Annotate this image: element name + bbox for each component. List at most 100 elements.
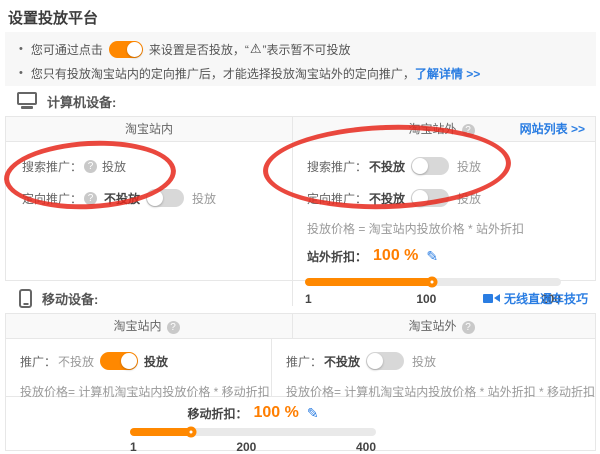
mobile-discount-label: 移动折扣： <box>187 405 247 422</box>
notice-line-1: • 您可通过点击 来设置是否投放，“ ⚠ ”表示暂不可投放 <box>17 37 586 61</box>
search-off-label: 不投放 <box>369 158 405 175</box>
search-promo-label: 搜索推广： <box>22 158 82 175</box>
offsite-discount-label: 站外折扣： <box>307 248 367 265</box>
offsite-discount-row: 站外折扣： 100 % ✎ <box>307 247 595 265</box>
computer-onsite-target-toggle[interactable] <box>146 189 184 207</box>
toggle-example-switch[interactable] <box>109 41 143 58</box>
mobile-table-header: 淘宝站内 淘宝站外 <box>6 314 595 339</box>
notice-text: 您只有投放淘宝站内的定向推广后，才能选择投放淘宝站外的定向推广， <box>31 65 415 82</box>
search-promo-state: 投放 <box>102 158 126 175</box>
bullet-icon: • <box>19 67 23 79</box>
mobile-discount-row: 移动折扣： 100 % ✎ <box>130 404 376 422</box>
promo-off-label: 不投放 <box>324 353 360 370</box>
slider-knob[interactable] <box>427 277 438 288</box>
mobile-offsite-promo-toggle[interactable] <box>366 352 404 370</box>
edit-pencil-icon[interactable]: ✎ <box>426 248 438 265</box>
slider-max-label: 400 <box>356 440 376 454</box>
computer-offsite-target-row: 定向推广： 不投放 投放 <box>307 188 595 208</box>
mobile-offsite-formula: 投放价格= 计算机淘宝站内投放价格 * 站外折扣 * 移动折扣 <box>286 383 595 400</box>
toggle-knob <box>412 158 428 174</box>
mobile-discount-section: 移动折扣： 100 % ✎ 1 200 400 <box>6 396 595 450</box>
notice-text: ”表示暂不可投放 <box>263 41 351 58</box>
computer-onsite-search-row: 搜索推广： 投放 <box>22 156 292 176</box>
help-icon[interactable] <box>84 192 97 205</box>
learn-more-link[interactable]: 了解详情 >> <box>415 65 480 82</box>
slider-min-label: 1 <box>305 292 312 306</box>
computer-onsite-header: 淘宝站内 <box>6 117 293 141</box>
search-on-label: 投放 <box>457 158 481 175</box>
slider-min-label: 1 <box>130 440 137 454</box>
phone-icon <box>19 289 32 308</box>
mobile-discount-inner: 移动折扣： 100 % ✎ 1 200 400 <box>130 404 376 454</box>
mobile-discount-value: 100 % <box>253 404 298 422</box>
mobile-onsite-header-label: 淘宝站内 <box>113 319 161 333</box>
slider-mid-label: 200 <box>236 440 256 454</box>
mobile-slider-labels: 1 200 400 <box>130 440 376 454</box>
edit-pencil-icon[interactable]: ✎ <box>307 405 319 422</box>
mobile-offsite-header: 淘宝站外 <box>293 314 595 338</box>
promo-label: 推广： <box>286 353 322 370</box>
mobile-offsite-cell: 推广： 不投放 投放 投放价格= 计算机淘宝站内投放价格 * 站外折扣 * 移动… <box>272 339 595 396</box>
monitor-icon <box>17 92 37 105</box>
computer-table-header: 淘宝站内 淘宝站外 网站列表 >> <box>6 117 595 142</box>
notice-box: • 您可通过点击 来设置是否投放，“ ⚠ ”表示暂不可投放 • 您只有投放淘宝站… <box>5 32 596 86</box>
help-icon[interactable] <box>84 160 97 173</box>
toggle-knob <box>412 190 428 206</box>
slider-knob[interactable] <box>186 427 197 438</box>
offsite-discount-value: 100 % <box>373 247 418 265</box>
slider-fill <box>130 428 191 436</box>
toggle-knob <box>127 42 142 57</box>
notice-line-2: • 您只有投放淘宝站内的定向推广后，才能选择投放淘宝站外的定向推广， 了解详情 … <box>17 61 586 85</box>
warning-icon: ⚠ <box>250 41 262 57</box>
help-icon[interactable] <box>462 321 475 334</box>
wireless-tips-label: 无线直通车技巧 <box>504 290 588 307</box>
site-list-link[interactable]: 网站列表 >> <box>520 117 585 142</box>
mobile-table-body: 推广： 不投放 投放 投放价格= 计算机淘宝站内投放价格 * 移动折扣 推广： … <box>6 339 595 396</box>
bullet-icon: • <box>19 43 23 55</box>
offsite-price-formula: 投放价格 = 淘宝站内投放价格 * 站外折扣 <box>307 220 595 237</box>
computer-section-title: 计算机设备: <box>47 92 116 111</box>
page-title: 设置投放平台 <box>0 0 600 27</box>
computer-onsite-cell: 搜索推广： 投放 定向推广： 不投放 投放 <box>6 142 293 306</box>
target-on-label: 投放 <box>192 190 216 207</box>
target-off-label: 不投放 <box>369 190 405 207</box>
search-promo-label: 搜索推广： <box>307 158 367 175</box>
wireless-tips-link[interactable]: 无线直通车技巧 <box>483 290 588 307</box>
toggle-knob <box>367 353 383 369</box>
mobile-offsite-header-label: 淘宝站外 <box>408 319 456 333</box>
toggle-knob <box>121 353 137 369</box>
promo-label: 推广： <box>20 353 56 370</box>
computer-offsite-search-toggle[interactable] <box>411 157 449 175</box>
computer-offsite-search-row: 搜索推广： 不投放 投放 <box>307 156 595 176</box>
promo-off-label: 不投放 <box>58 353 94 370</box>
promo-on-label: 投放 <box>144 353 168 370</box>
computer-offsite-header: 淘宝站外 网站列表 >> <box>293 117 595 141</box>
computer-offsite-target-toggle[interactable] <box>411 189 449 207</box>
mobile-onsite-formula: 投放价格= 计算机淘宝站内投放价格 * 移动折扣 <box>20 383 271 400</box>
notice-text: 来设置是否投放，“ <box>149 41 249 58</box>
computer-table-body: 搜索推广： 投放 定向推广： 不投放 投放 搜索推广： 不投放 投放 定向推广： <box>6 142 595 306</box>
computer-onsite-target-row: 定向推广： 不投放 投放 <box>22 188 292 208</box>
target-off-label: 不投放 <box>104 190 140 207</box>
video-camera-icon <box>483 294 500 303</box>
mobile-onsite-promo-toggle[interactable] <box>100 352 138 370</box>
mobile-onsite-cell: 推广： 不投放 投放 投放价格= 计算机淘宝站内投放价格 * 移动折扣 <box>6 339 272 396</box>
mobile-offsite-promo-row: 推广： 不投放 投放 <box>286 351 595 371</box>
slider-fill <box>305 278 432 286</box>
notice-text: 您可通过点击 <box>31 41 103 58</box>
toggle-knob <box>147 190 163 206</box>
computer-section-header: 计算机设备: <box>5 88 588 114</box>
computer-table: 淘宝站内 淘宝站外 网站列表 >> 搜索推广： 投放 定向推广： 不投放 投放 … <box>5 116 596 281</box>
computer-offsite-header-label: 淘宝站外 <box>408 122 456 136</box>
help-icon[interactable] <box>462 124 475 137</box>
promo-on-label: 投放 <box>412 353 436 370</box>
help-icon[interactable] <box>167 321 180 334</box>
target-promo-label: 定向推广： <box>22 190 82 207</box>
mobile-onsite-header: 淘宝站内 <box>6 314 293 338</box>
mobile-section-title: 移动设备: <box>42 289 98 308</box>
mobile-discount-slider[interactable] <box>130 428 376 436</box>
slider-mid-label: 100 <box>416 292 436 306</box>
offsite-discount-slider[interactable] <box>305 278 561 286</box>
mobile-table: 淘宝站内 淘宝站外 推广： 不投放 投放 投放价格= 计算机淘宝站内投放价格 *… <box>5 313 596 451</box>
mobile-onsite-promo-row: 推广： 不投放 投放 <box>20 351 271 371</box>
